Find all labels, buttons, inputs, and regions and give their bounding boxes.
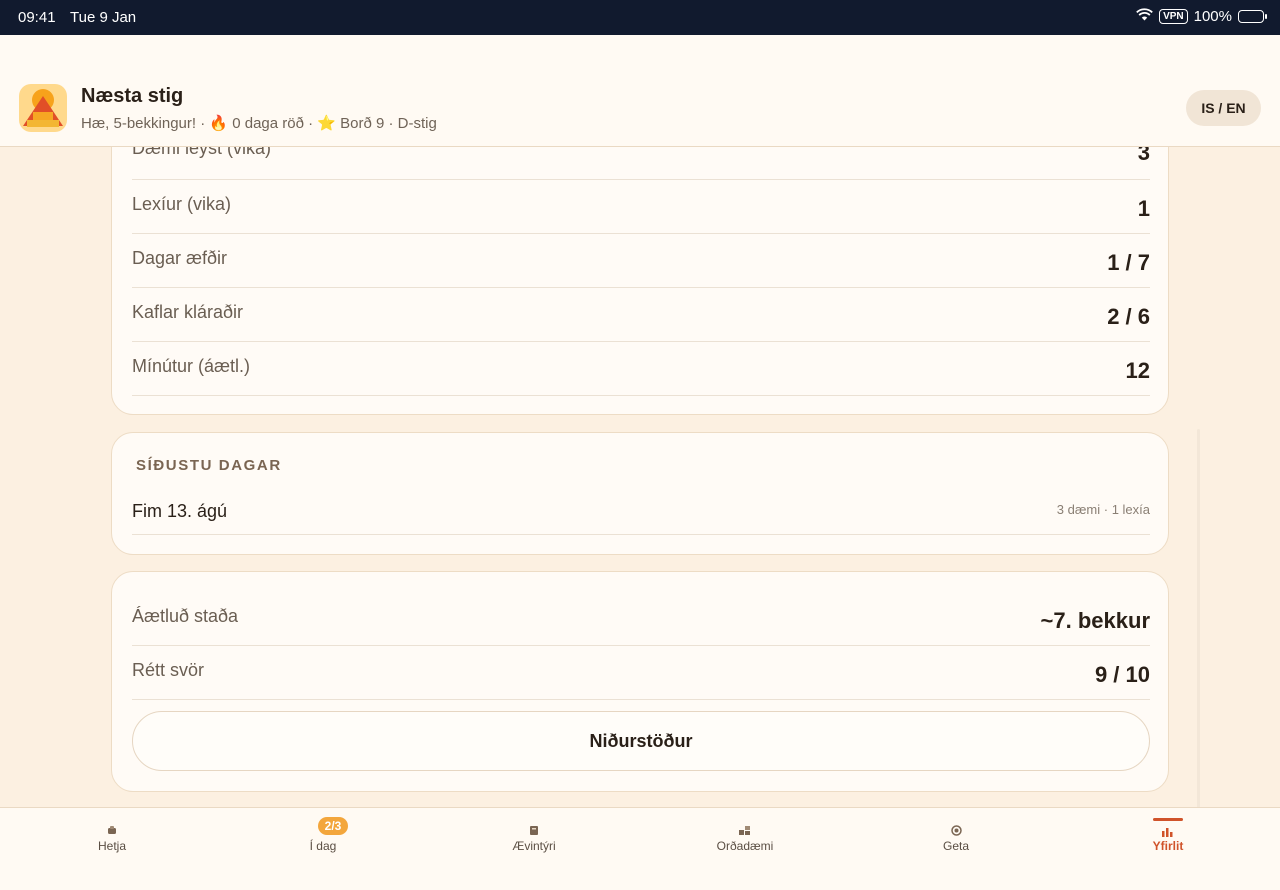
- tab-hetja[interactable]: Hetja: [6, 808, 218, 890]
- app-logo: [19, 84, 67, 132]
- stat-row: Lexíur (vika) 1: [132, 180, 1150, 234]
- stat-value: 3: [1137, 147, 1150, 165]
- tab-bar: Hetja Í dag 2/3 Ævintýri Orðadæmi Geta Y…: [0, 807, 1280, 890]
- tab-label: Orðadæmi: [716, 839, 774, 853]
- status-indicators: VPN 100%: [1136, 8, 1267, 25]
- date: Tue 9 Jan: [70, 9, 137, 26]
- stat-label: Dagar æfðir: [132, 248, 228, 268]
- app-header: Næsta stig Hæ, 5-bekkingur! · 🔥 0 daga r…: [0, 35, 1280, 147]
- section-title: SÍÐUSTU DAGAR: [136, 457, 282, 474]
- tab-label: Hetja: [97, 839, 126, 853]
- assessment-card: Áætluð staða ~7. bekkur Rétt svör 9 / 10…: [111, 571, 1169, 792]
- stat-label: Mínútur (áætl.): [132, 356, 251, 376]
- app-subtitle: Hæ, 5-bekkingur! · 🔥 0 daga röð · ⭐ Borð…: [81, 115, 437, 132]
- tab-geta[interactable]: Geta: [850, 808, 1062, 890]
- stat-label: Lexíur (vika): [132, 194, 232, 214]
- tab-label: Í dag: [309, 839, 337, 853]
- results-button[interactable]: Niðurstöður: [132, 711, 1150, 771]
- tab-yfirlit[interactable]: Yfirlit: [1062, 808, 1274, 890]
- vpn-badge: VPN: [1159, 9, 1188, 24]
- word-problems-icon: [739, 824, 751, 836]
- stat-value: 1 / 7: [1107, 250, 1150, 275]
- app-title: Næsta stig: [81, 85, 184, 107]
- language-toggle-button[interactable]: IS / EN: [1186, 90, 1261, 126]
- stat-row: Dagar æfðir 1 / 7: [132, 234, 1150, 288]
- assessment-row: Rétt svör 9 / 10: [132, 646, 1150, 700]
- assessment-label: Áætluð staða: [132, 606, 239, 626]
- recent-days-card: SÍÐUSTU DAGAR Fim 13. ágú 3 dæmi · 1 lex…: [111, 432, 1169, 555]
- tab-label: Geta: [942, 839, 969, 853]
- active-tab-indicator: [1153, 818, 1183, 821]
- weekly-stats-card: Dæmi leyst (vika) 3 Lexíur (vika) 1 Daga…: [111, 147, 1169, 415]
- stat-value: 12: [1125, 358, 1150, 383]
- chart-icon: [1162, 826, 1174, 838]
- assessment-value: ~7. bekkur: [1040, 608, 1150, 633]
- scroll-content[interactable]: Dæmi leyst (vika) 3 Lexíur (vika) 1 Daga…: [0, 147, 1280, 807]
- day-date: Fim 13. ágú: [132, 501, 228, 521]
- stat-row: Mínútur (áætl.) 12: [132, 342, 1150, 396]
- tab-label: Ævintýri: [512, 839, 556, 853]
- book-icon: [528, 824, 540, 836]
- clock: 09:41: [18, 9, 56, 26]
- hero-icon: [106, 824, 118, 836]
- assessment-label: Rétt svör: [132, 660, 205, 680]
- list-item[interactable]: Fim 13. ágú 3 dæmi · 1 lexía: [132, 487, 1150, 535]
- stat-label: Kaflar kláraðir: [132, 302, 244, 322]
- battery-percent: 100%: [1193, 8, 1232, 25]
- day-summary: 3 dæmi · 1 lexía: [1056, 502, 1150, 517]
- skill-icon: [950, 824, 962, 836]
- battery-icon: [1238, 10, 1267, 23]
- stat-row: Dæmi leyst (vika) 3: [132, 147, 1150, 180]
- today-progress-badge: 2/3: [318, 817, 348, 835]
- tab-ordadaemi[interactable]: Orðadæmi: [639, 808, 851, 890]
- stat-value: 1: [1137, 196, 1150, 221]
- tab-aevintyri[interactable]: Ævintýri: [428, 808, 640, 890]
- wifi-icon: [1136, 8, 1153, 25]
- assessment-row: Áætluð staða ~7. bekkur: [132, 592, 1150, 646]
- tab-label: Yfirlit: [1152, 839, 1184, 853]
- assessment-value: 9 / 10: [1094, 662, 1150, 687]
- stat-label: Dæmi leyst (vika): [132, 147, 272, 158]
- stat-row: Kaflar kláraðir 2 / 6: [132, 288, 1150, 342]
- stat-value: 2 / 6: [1107, 304, 1150, 329]
- status-bar: 09:41 Tue 9 Jan VPN 100%: [0, 0, 1280, 35]
- scroll-indicator[interactable]: [1197, 429, 1200, 807]
